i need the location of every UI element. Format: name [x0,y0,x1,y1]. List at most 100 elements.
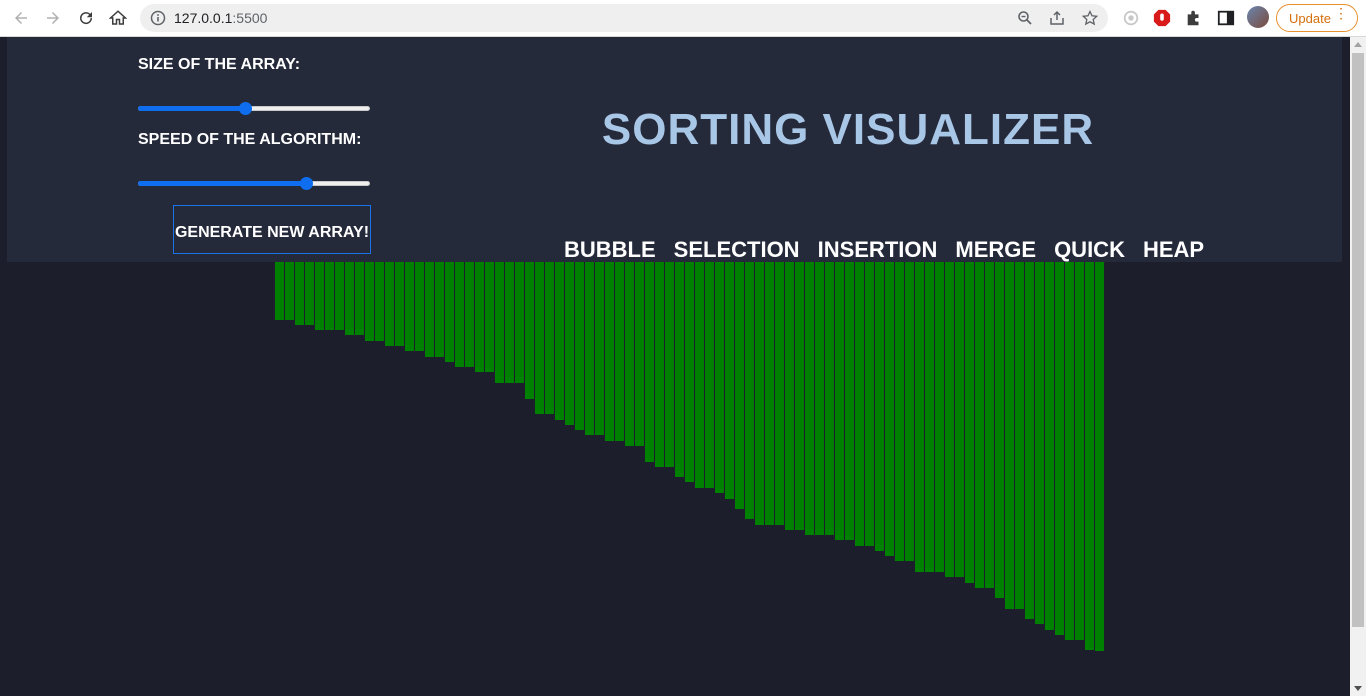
array-bar [725,262,734,499]
array-bar [925,262,934,572]
extension-icon[interactable] [1121,8,1141,28]
update-button[interactable]: Update ⋮ [1276,4,1358,32]
array-bar [785,262,794,530]
update-label: Update [1289,10,1331,26]
array-bar [555,262,564,420]
scroll-up-arrow-icon[interactable] [1354,42,1362,47]
adblock-icon[interactable] [1152,8,1172,28]
array-bar [465,262,474,367]
algorithm-menu: BUBBLE SELECTION INSERTION MERGE QUICK H… [564,237,1204,263]
array-bar [405,262,414,351]
array-bar [295,262,304,325]
array-bar [965,262,974,583]
array-bar [275,262,284,320]
sidepanel-icon[interactable] [1216,8,1236,28]
array-bar [435,262,444,357]
generate-array-button[interactable]: GENERATE NEW ARRAY! [173,205,371,254]
back-arrow-icon[interactable] [9,6,33,30]
array-bar [805,262,814,535]
array-bar [425,262,434,357]
array-bar [815,262,824,535]
array-bar [515,262,524,383]
speed-slider[interactable] [138,176,370,192]
array-bar [935,262,944,572]
algo-quick-button[interactable]: QUICK [1054,237,1125,263]
algo-bubble-button[interactable]: BUBBLE [564,237,656,263]
algo-insertion-button[interactable]: INSERTION [818,237,938,263]
array-bar [655,262,664,467]
share-icon[interactable] [1049,10,1065,26]
algo-selection-button[interactable]: SELECTION [674,237,800,263]
array-bar [705,262,714,488]
array-bar [485,262,494,372]
array-bar [695,262,704,488]
array-bar [735,262,744,509]
array-bar [605,262,614,441]
array-bar [875,262,884,551]
array-bar [855,262,864,546]
scrollbar-thumb[interactable] [1352,53,1364,627]
algo-heap-button[interactable]: HEAP [1143,237,1204,263]
array-bar [285,262,294,320]
array-bar [1065,262,1074,640]
reload-icon[interactable] [74,6,98,30]
slider-thumb[interactable] [300,177,314,190]
more-menu-icon[interactable]: ⋮ [1334,6,1348,20]
array-bar [765,262,774,525]
array-bar [865,262,874,546]
array-bar [1025,262,1034,619]
array-bar [335,262,344,330]
url-text: 127.0.0.1:5500 [174,10,268,26]
array-bar [1075,262,1084,640]
array-bar [945,262,954,577]
array-bar [525,262,534,399]
array-bar [895,262,904,561]
vertical-scrollbar[interactable] [1350,37,1366,696]
algo-merge-button[interactable]: MERGE [955,237,1036,263]
array-bar [1045,262,1054,630]
array-bar [715,262,724,493]
site-info-icon[interactable] [150,10,166,26]
array-bar [645,262,654,462]
array-bar [675,262,684,477]
array-bar [1035,262,1044,624]
array-bar [505,262,514,383]
array-bar [1005,262,1014,609]
scroll-down-arrow-icon[interactable] [1354,686,1362,691]
array-bar [585,262,594,435]
array-bar [825,262,834,535]
profile-avatar[interactable] [1247,6,1269,28]
array-bar [1085,262,1094,650]
forward-arrow-icon[interactable] [41,6,65,30]
array-bar [315,262,324,330]
array-bar [305,262,314,325]
array-bar [395,262,404,346]
array-bar [535,262,544,414]
array-bar [615,262,624,441]
array-bar [595,262,604,435]
page-title: SORTING VISUALIZER [601,105,1095,154]
size-label: SIZE OF THE ARRAY: [138,56,301,73]
address-bar[interactable]: 127.0.0.1:5500 [140,4,1108,32]
array-bar [665,262,674,467]
browser-toolbar: 127.0.0.1:5500 Update ⋮ [0,0,1366,37]
array-bar [445,262,454,362]
array-bar [955,262,964,577]
zoom-icon[interactable] [1017,10,1033,26]
array-bar [345,262,354,335]
array-bar [575,262,584,430]
array-bar [1015,262,1024,609]
array-bar [905,262,914,561]
bookmark-star-icon[interactable] [1082,10,1098,26]
array-bars [275,262,1104,662]
array-bar [545,262,554,414]
array-bar [375,262,384,341]
home-icon[interactable] [106,6,130,30]
array-bar [775,262,784,525]
array-bar [835,262,844,540]
array-bar [745,262,754,519]
array-bar [995,262,1004,598]
array-bar [565,262,574,425]
page: SIZE OF THE ARRAY: SPEED OF THE ALGORITH… [0,37,1350,696]
puzzle-icon[interactable] [1184,8,1204,28]
